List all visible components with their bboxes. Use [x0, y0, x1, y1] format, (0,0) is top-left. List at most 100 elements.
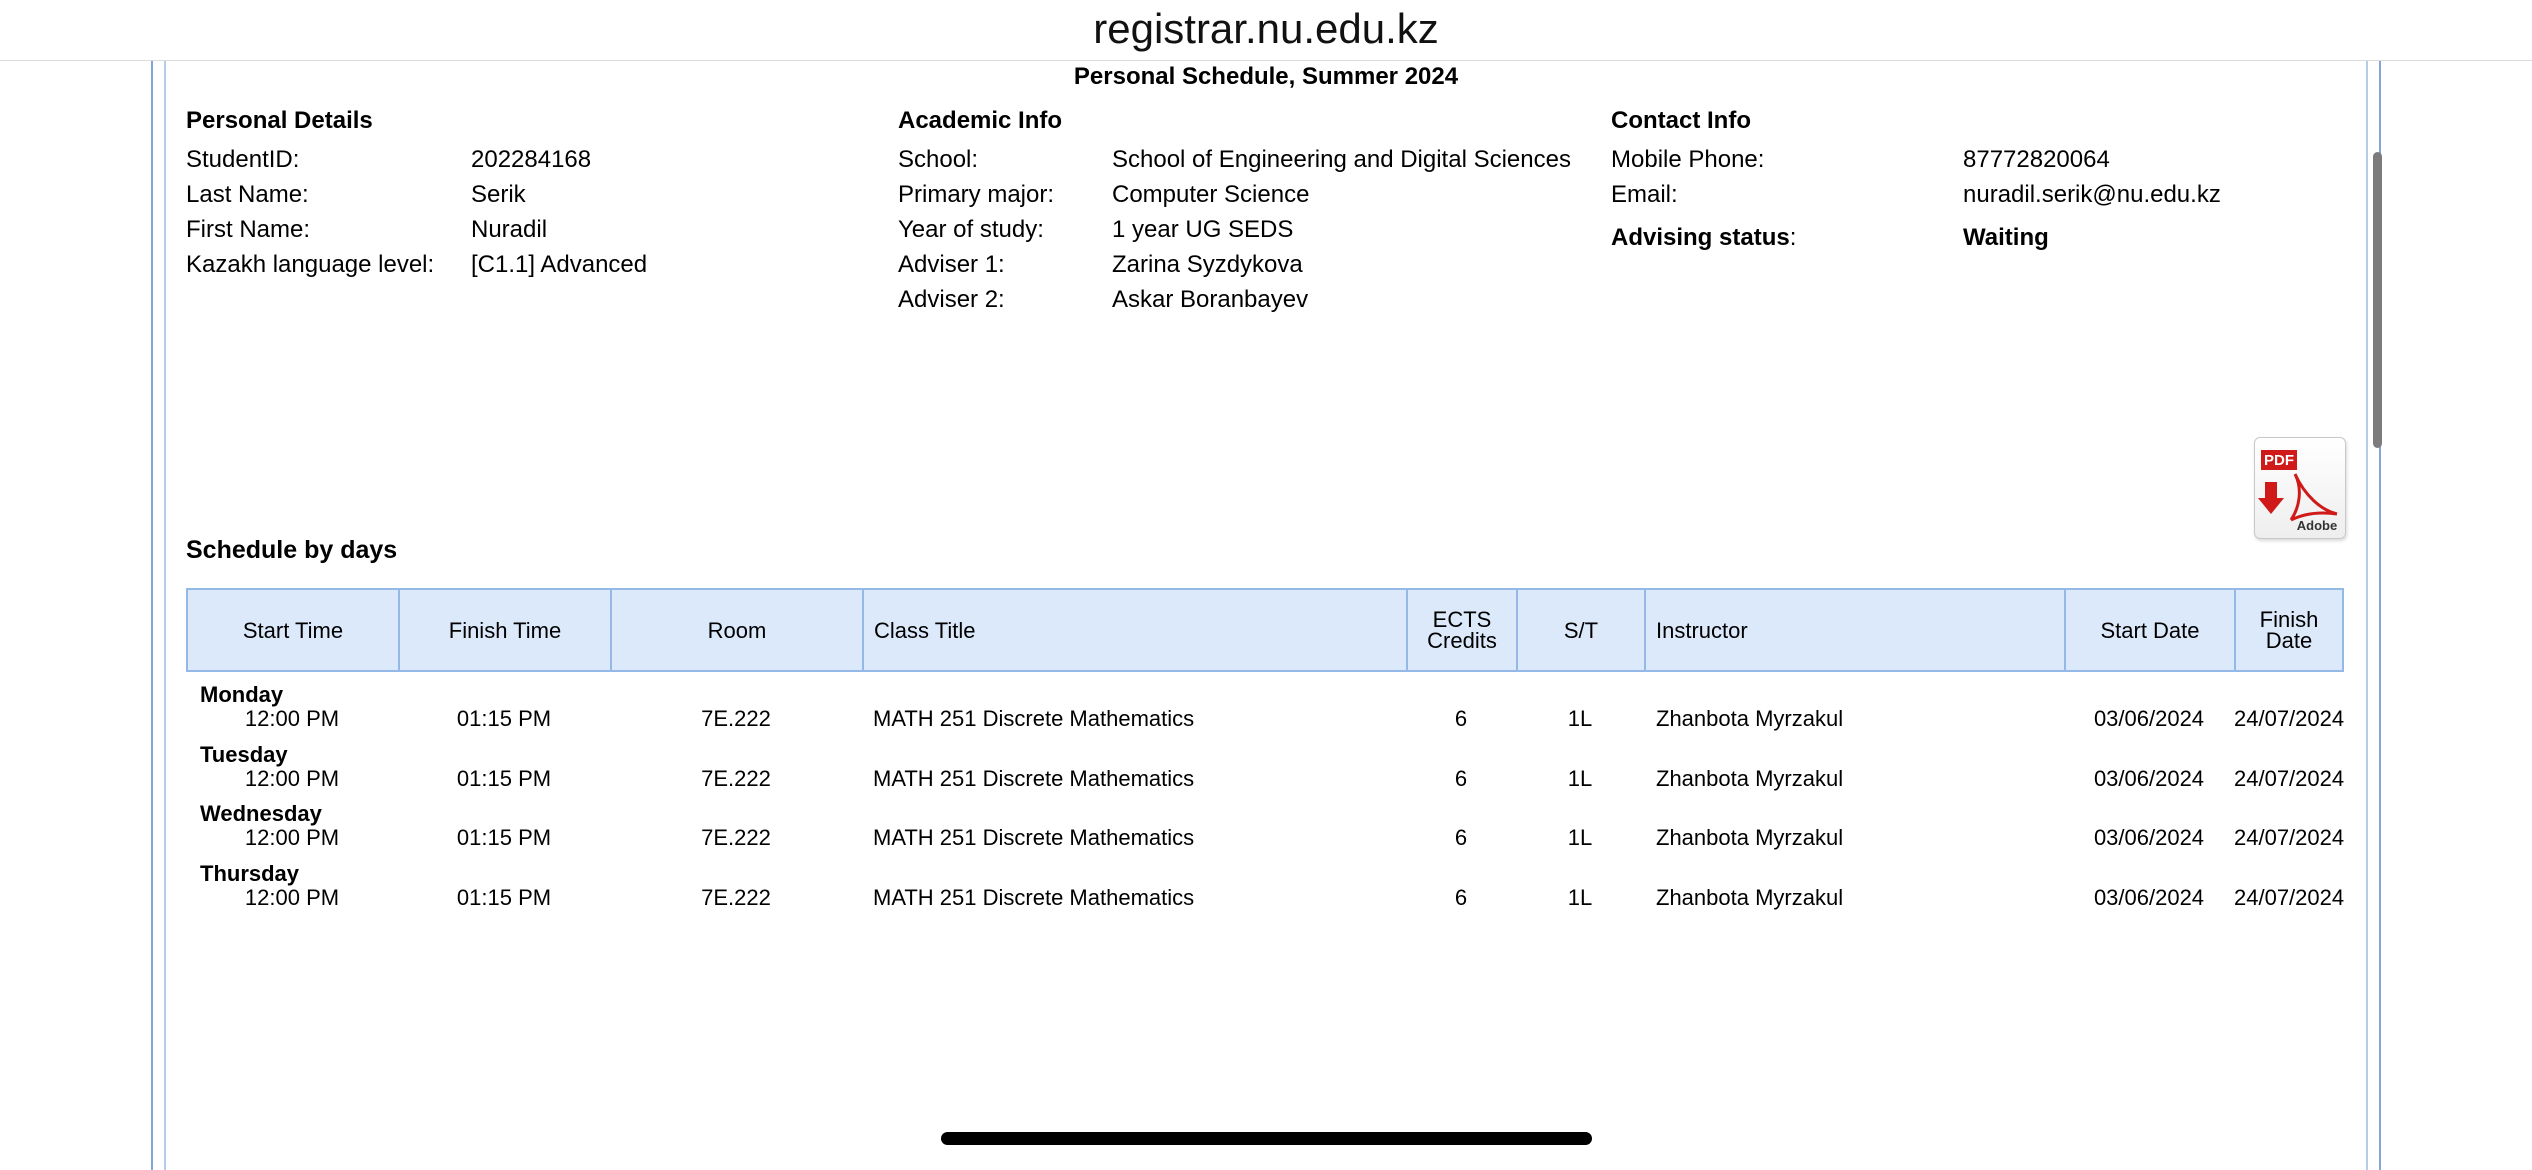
header-label: Finish: [2259, 607, 2319, 632]
scrollbar-thumb[interactable]: [2373, 152, 2382, 448]
pdf-brand-text: Adobe: [2297, 518, 2337, 533]
academic-info-heading: Academic Info: [898, 107, 1063, 134]
cell-finish-date: 24/07/2024: [2234, 706, 2345, 731]
info-row-first-name: First Name: Nuradil: [186, 212, 647, 247]
day-name: Monday: [200, 682, 284, 707]
page-frame-right-inner: [2366, 60, 2368, 1170]
cell-start-time: 12:00 PM: [244, 706, 340, 731]
info-label: StudentID:: [186, 146, 300, 173]
cell-st: 1L: [1567, 825, 1593, 850]
info-label: First Name:: [186, 216, 311, 243]
info-label: Kazakh language level:: [186, 251, 435, 278]
pdf-adobe-icon: PDF Adobe: [2258, 450, 2338, 533]
cell-instructor: Zhanbota Myrzakul: [1656, 706, 1844, 731]
cell-ects: 6: [1454, 884, 1468, 910]
advising-status-row: Advising status: Waiting: [1611, 220, 2221, 255]
column-header-st: S/T: [1518, 590, 1646, 670]
home-indicator[interactable]: [941, 1132, 1592, 1145]
cell-start-time: 12:00 PM: [244, 825, 340, 850]
header-label: ECTS: [1432, 607, 1492, 632]
day-name: Tuesday: [200, 741, 288, 767]
page-frame-left: [151, 60, 153, 1170]
header-label: Instructor: [1656, 617, 1748, 643]
pdf-badge-text: PDF: [2264, 452, 2294, 469]
cell-start-time: 12:00 PM: [244, 884, 340, 910]
cell-start-date: 03/06/2024: [2093, 825, 2205, 850]
info-value: Nuradil: [471, 216, 548, 243]
cell-class-title: MATH 251 Discrete Mathematics: [873, 706, 1195, 731]
contact-info-heading: Contact Info: [1611, 107, 1751, 134]
info-row-student-id: StudentID: 202284168: [186, 142, 647, 177]
info-row-last-name: Last Name: Serik: [186, 177, 647, 212]
cell-st: 1L: [1567, 765, 1593, 791]
cell-finish-date: 24/07/2024: [2234, 884, 2345, 910]
header-label: Class Title: [874, 617, 976, 643]
cell-finish-time: 01:15 PM: [456, 825, 552, 850]
schedule-table-header: Start Time Finish Time Room Class Title …: [186, 588, 2344, 672]
cell-room: 7E.222: [701, 765, 771, 791]
cell-finish-time: 01:15 PM: [456, 765, 552, 791]
cell-instructor: Zhanbota Myrzakul: [1656, 825, 1844, 850]
cell-finish-date: 24/07/2024: [2234, 825, 2345, 850]
info-label: Primary major:: [898, 181, 1055, 208]
cell-st: 1L: [1567, 884, 1593, 910]
day-name: Wednesday: [200, 801, 322, 826]
info-value: Zarina Syzdykova: [1112, 251, 1303, 278]
cell-instructor: Zhanbota Myrzakul: [1656, 884, 1844, 910]
schedule-heading: Schedule by days: [186, 536, 398, 564]
info-row-mobile-phone: Mobile Phone: 87772820064: [1611, 142, 2221, 177]
browser-url-bar[interactable]: registrar.nu.edu.kz: [0, 0, 2532, 61]
header-label: Date: [2265, 628, 2313, 653]
info-value: Computer Science: [1112, 181, 1310, 208]
cell-room: 7E.222: [701, 884, 771, 910]
advising-status-label: Advising status:: [1611, 220, 1963, 255]
schedule-day-thursday: Thursday 12:00 PM 01:15 PM 7E.222 MATH 2…: [186, 861, 2344, 921]
info-row-adviser-2: Adviser 2: Askar Boranbayev: [898, 282, 1571, 317]
info-label: Last Name:: [186, 181, 309, 208]
cell-start-time: 12:00 PM: [244, 765, 340, 791]
column-header-instructor: Instructor: [1646, 590, 2066, 670]
cell-ects: 6: [1454, 825, 1468, 850]
cell-finish-date: 24/07/2024: [2234, 765, 2345, 791]
cell-class-title: MATH 251 Discrete Mathematics: [873, 825, 1195, 850]
personal-details-section: Personal Details StudentID: 202284168 La…: [186, 106, 647, 282]
info-label: Adviser 2:: [898, 286, 1005, 313]
column-header-room: Room: [612, 590, 864, 670]
academic-info-section: Academic Info School: School of Engineer…: [898, 106, 1571, 317]
page-frame-left-inner: [164, 60, 166, 1170]
info-label: Email:: [1611, 181, 1678, 208]
cell-ects: 6: [1454, 765, 1468, 791]
advising-status-colon: :: [1789, 224, 1797, 251]
info-row-kazakh-level: Kazakh language level: [C1.1] Advanced: [186, 247, 647, 282]
cell-finish-time: 01:15 PM: [456, 884, 552, 910]
info-label: Mobile Phone:: [1611, 146, 1765, 173]
info-label: Year of study:: [898, 216, 1044, 243]
info-value: 87772820064: [1963, 146, 2110, 173]
column-header-start-date: Start Date: [2066, 590, 2236, 670]
header-label: Credits: [1427, 628, 1497, 653]
info-value: nuradil.serik@nu.edu.kz: [1963, 181, 2221, 208]
cell-room: 7E.222: [701, 706, 771, 731]
advising-status-label-text: Advising status: [1611, 224, 1790, 251]
info-value: 202284168: [471, 146, 592, 173]
cell-st: 1L: [1567, 706, 1593, 731]
pdf-download-button[interactable]: PDF Adobe: [2254, 437, 2346, 539]
info-row-primary-major: Primary major: Computer Science: [898, 177, 1571, 212]
cell-start-date: 03/06/2024: [2093, 884, 2205, 910]
cell-start-date: 03/06/2024: [2093, 706, 2205, 731]
header-label: Start Time: [242, 617, 344, 643]
info-value: [C1.1] Advanced: [471, 251, 648, 278]
column-header-ects-credits: ECTS Credits: [1408, 590, 1518, 670]
day-name: Thursday: [200, 860, 300, 886]
cell-room: 7E.222: [701, 825, 771, 850]
schedule-day-tuesday: Tuesday 12:00 PM 01:15 PM 7E.222 MATH 25…: [186, 742, 2344, 802]
cell-instructor: Zhanbota Myrzakul: [1656, 765, 1844, 791]
column-header-class-title: Class Title: [864, 590, 1408, 670]
cell-class-title: MATH 251 Discrete Mathematics: [873, 765, 1195, 791]
header-label: Room: [707, 617, 767, 643]
cell-class-title: MATH 251 Discrete Mathematics: [873, 884, 1195, 910]
column-header-finish-time: Finish Time: [400, 590, 612, 670]
advising-status-value: Waiting: [1963, 224, 2049, 251]
schedule-day-monday: Monday 12:00 PM 01:15 PM 7E.222 MATH 251…: [186, 682, 2344, 742]
page-title: Personal Schedule, Summer 2024: [1073, 63, 1459, 90]
